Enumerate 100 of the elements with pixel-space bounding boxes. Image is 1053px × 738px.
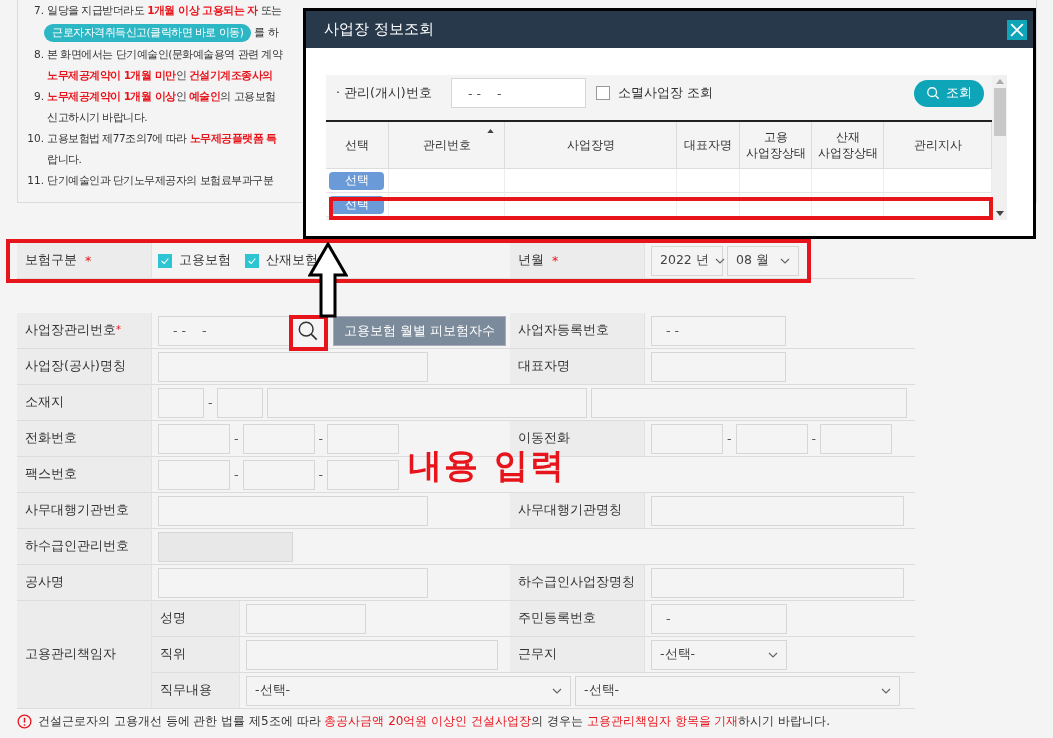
input-field[interactable]: - - (651, 315, 786, 346)
input-field[interactable] (158, 495, 428, 526)
column-header: 사업장명 (505, 122, 677, 169)
column-header: 산재 사업장상태 (812, 122, 884, 169)
search-label: · 관리(개시)번호 (336, 84, 433, 102)
note-text: 일당을 지급받더라도 1개월 이상 고용되는 자 또는 (47, 3, 282, 18)
field-label: 사업장관리번호* (17, 313, 152, 349)
input-field[interactable] (651, 351, 786, 382)
input-field[interactable] (327, 423, 400, 454)
note-text: 본 화면에서는 단기예술인(문화예술용역 관련 계약 (47, 47, 283, 62)
input-field[interactable] (266, 387, 587, 418)
field-label: 근무지 (510, 637, 645, 673)
field-label: 보험구분 * (17, 243, 152, 279)
field-label: 팩스번호 (17, 457, 152, 493)
column-header: 고용 사업장상태 (740, 122, 812, 169)
input-field[interactable] (158, 459, 230, 490)
input-field[interactable]: - - - (451, 78, 586, 108)
note-text: 노무제공계약이 1개월 미만인 건설기계조종사의 (47, 68, 273, 83)
scrollbar[interactable] (992, 75, 1007, 220)
field-label: 공사명 (17, 565, 152, 601)
input-field[interactable] (651, 567, 904, 598)
chevron-icon (768, 651, 778, 658)
check-icon (160, 255, 170, 266)
input-field[interactable] (735, 423, 808, 454)
separator: - (811, 431, 817, 446)
checkbox[interactable] (245, 253, 259, 268)
checkbox-label: 소멸사업장 조회 (618, 84, 713, 102)
field-label: 직위 (152, 637, 240, 673)
required-mark: * (552, 253, 559, 268)
input-field[interactable] (651, 495, 904, 526)
dropdown[interactable]: -선택- (651, 639, 787, 670)
monthly-insured-button[interactable]: 고용보험 월별 피보험자수 (333, 315, 507, 346)
note-number: 7. (32, 3, 45, 18)
input-field[interactable] (651, 423, 723, 454)
field-label: 사업장(공사)명칭 (17, 349, 152, 385)
column-header: 대표자명 (677, 122, 740, 169)
note-number: 8. (32, 47, 45, 62)
field-label: 고용관리책임자 (17, 601, 152, 709)
warning-icon (17, 714, 32, 729)
field-label: 직무내용 (152, 673, 240, 709)
table-cell (677, 169, 740, 193)
field-label: 성명 (152, 601, 240, 637)
note-number: 10. (26, 131, 45, 146)
table-cell (812, 169, 884, 193)
separator: - (234, 431, 239, 446)
checkbox-label: 산재보험 (266, 252, 318, 269)
note-text: 단기예술인과 단기노무제공자의 보험료부과구분 (47, 173, 274, 188)
dropdown[interactable]: -선택- (246, 675, 571, 706)
note-number: 11. (26, 173, 45, 188)
chevron-icon (881, 687, 891, 694)
chevron-icon (714, 257, 725, 264)
input-field[interactable] (158, 351, 428, 382)
field-label: 소재지 (17, 385, 152, 421)
required-mark: * (85, 253, 92, 268)
checkbox[interactable] (596, 86, 610, 100)
chevron-icon (552, 687, 562, 694)
field-label: 대표자명 (510, 349, 645, 385)
input-field[interactable] (216, 387, 263, 418)
input-field[interactable] (246, 639, 498, 670)
dropdown[interactable]: -선택- (575, 675, 900, 706)
required-mark: * (116, 324, 121, 335)
field-label: 하수급인관리번호 (17, 529, 152, 565)
field-label: 사무대행기관번호 (17, 493, 152, 529)
modal-title: 사업장 정보조회 (324, 20, 434, 39)
dropdown[interactable]: 2022 년 (651, 245, 723, 276)
note-number: 9. (32, 89, 45, 104)
input-field[interactable]: - (651, 603, 787, 634)
field-label: 사무대행기관명칭 (510, 493, 645, 529)
dropdown[interactable]: 08 월 (727, 245, 799, 276)
input-field[interactable] (590, 387, 907, 418)
separator: - (208, 395, 213, 410)
input-field[interactable] (242, 423, 315, 454)
note-text: 노무제공계약이 1개월 이상인 예술인의 고용보험 (47, 89, 276, 104)
field-label: 주민등록번호 (510, 601, 645, 637)
note-text: 를 하 (254, 25, 279, 40)
input-field[interactable] (246, 603, 366, 634)
input-field[interactable] (327, 459, 400, 490)
note-text: 랍니다. (47, 152, 82, 167)
input-field[interactable] (242, 459, 315, 490)
checkbox-label: 고용보험 (179, 252, 231, 269)
input-field[interactable] (158, 423, 230, 454)
search-icon[interactable] (297, 319, 319, 342)
input-field[interactable] (158, 567, 428, 598)
note-text: 신고하시기 바랍니다. (47, 110, 148, 125)
chevron-icon (780, 257, 790, 264)
separator: - (727, 431, 732, 446)
field-label: 전화번호 (17, 421, 152, 457)
close-button[interactable] (1007, 19, 1027, 40)
separator: - (318, 467, 324, 482)
sort-icon[interactable] (487, 129, 494, 133)
input-field[interactable] (158, 387, 204, 418)
input-field[interactable] (820, 423, 893, 454)
checkbox[interactable] (158, 253, 172, 268)
field-label: 사업자등록번호 (510, 313, 645, 349)
search-icon (926, 86, 940, 100)
scroll-down-icon[interactable] (995, 211, 1004, 216)
separator: - (234, 467, 239, 482)
field-label: 하수급인사업장명칭 (510, 565, 645, 601)
scroll-up-icon[interactable] (995, 79, 1004, 84)
separator: - (318, 431, 324, 446)
